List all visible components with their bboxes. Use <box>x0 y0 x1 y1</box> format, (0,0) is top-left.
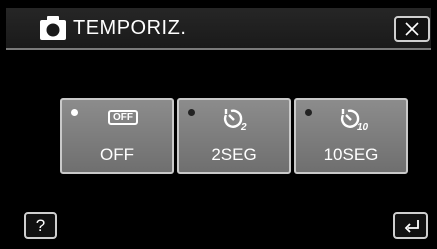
header-bar: TEMPORIZ. <box>6 8 431 50</box>
svg-text:2: 2 <box>240 122 247 131</box>
timer-screen: TEMPORIZ. OFF OFF 2 2SEG 10 10SEG ? <box>0 0 437 249</box>
unselected-indicator <box>305 109 312 116</box>
page-title: TEMPORIZ. <box>73 17 187 39</box>
timer-2s-icon: 2 <box>223 109 247 131</box>
close-button[interactable] <box>394 16 430 42</box>
unselected-indicator <box>188 109 195 116</box>
selected-indicator <box>71 109 78 116</box>
timer-option-10s[interactable]: 10 10SEG <box>294 98 408 174</box>
timer-10s-icon: 10 <box>340 109 369 131</box>
timer-off-icon: OFF <box>108 110 138 125</box>
return-icon <box>404 220 419 233</box>
option-label: 2SEG <box>211 145 257 164</box>
close-icon <box>405 22 419 36</box>
svg-text:10: 10 <box>357 122 369 131</box>
help-button[interactable]: ? <box>24 212 57 239</box>
timer-option-off[interactable]: OFF OFF <box>60 98 174 174</box>
option-label: OFF <box>100 145 134 164</box>
option-label: 10SEG <box>323 145 379 164</box>
timer-option-2s[interactable]: 2 2SEG <box>177 98 291 174</box>
camera-icon <box>40 16 66 40</box>
back-button[interactable] <box>393 212 428 239</box>
